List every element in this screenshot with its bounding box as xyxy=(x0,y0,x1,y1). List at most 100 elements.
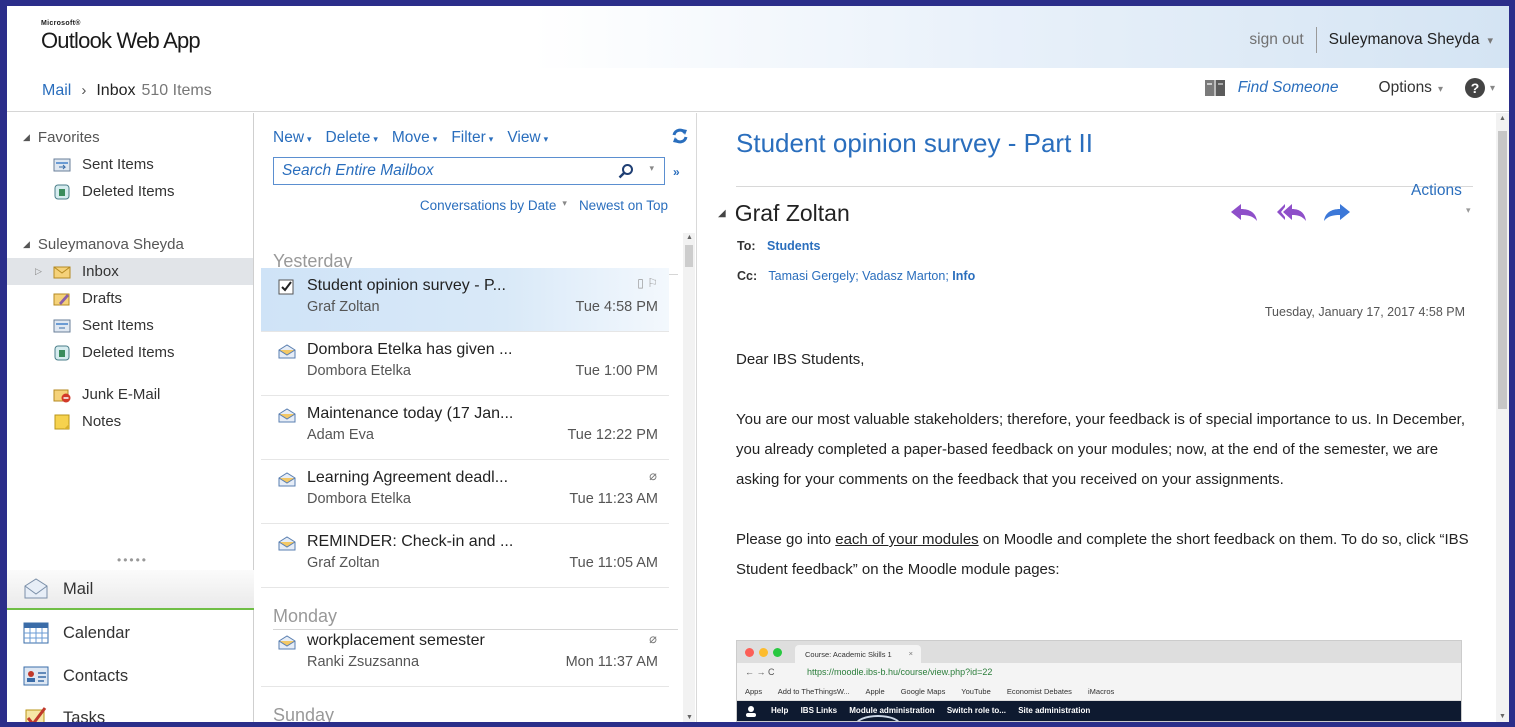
help-icon[interactable]: ? xyxy=(1464,78,1485,98)
deleted-items-icon xyxy=(53,184,71,200)
message-sender: Ranki Zsuzsanna xyxy=(307,654,420,670)
tasks-icon xyxy=(23,706,49,722)
toolbar-label: New xyxy=(273,129,305,146)
admin-link: IBS Links xyxy=(800,706,838,715)
embedded-nav-arrows: ← → C xyxy=(745,667,775,677)
folder-notes[interactable]: Notes xyxy=(7,408,253,435)
options-menu[interactable]: Options ▾ xyxy=(1379,79,1443,97)
actions-menu[interactable]: Actions xyxy=(1411,182,1462,200)
highlight-ring xyxy=(855,715,901,721)
cc-label: Cc: xyxy=(737,269,758,283)
user-name-menu[interactable]: Suleymanova Sheyda xyxy=(1329,31,1480,49)
cc-row: Cc: Tamasi Gergely; Vadasz Marton; Info xyxy=(737,269,975,283)
address-book-icon[interactable] xyxy=(1204,78,1228,98)
module-mail[interactable]: Mail xyxy=(7,570,254,610)
search-input[interactable] xyxy=(274,158,594,184)
drafts-icon xyxy=(53,291,71,307)
owa-logo: Microsoft® Outlook Web App xyxy=(41,20,201,54)
double-chevron-down-icon[interactable]: » xyxy=(673,165,680,179)
move-button[interactable]: Move ▾ xyxy=(392,129,437,147)
chevron-down-icon[interactable]: ▾ xyxy=(1487,34,1493,47)
breadcrumb-mail-link[interactable]: Mail xyxy=(42,82,71,100)
scroll-up-icon[interactable]: ▲ xyxy=(1499,115,1506,122)
sender-name[interactable]: Graf Zoltan xyxy=(735,200,850,227)
bookmark: Apps xyxy=(745,687,763,696)
view-button[interactable]: View ▾ xyxy=(507,129,548,147)
favorite-deleted-items[interactable]: Deleted Items xyxy=(7,178,253,205)
minimize-dot-icon xyxy=(759,648,768,657)
bookmark: Add to TheThingsW... xyxy=(777,687,850,696)
scroll-up-icon[interactable]: ▲ xyxy=(686,234,693,241)
mailbox-label: Suleymanova Sheyda xyxy=(37,235,184,253)
message-row[interactable]: Maintenance today (17 Jan... Adam Eva Tu… xyxy=(261,396,669,460)
embedded-tab-title: Course: Academic Skills 1 xyxy=(805,650,892,659)
sort-order-toggle[interactable]: Newest on Top xyxy=(579,198,668,213)
cc-recipient-info[interactable]: Info xyxy=(952,269,975,283)
body-paragraph: Please go into each of your modules on M… xyxy=(736,525,1476,585)
chevron-down-icon[interactable]: ▾ xyxy=(562,198,567,213)
folder-drafts[interactable]: Drafts xyxy=(7,285,253,312)
chevron-down-icon[interactable]: ▾ xyxy=(1466,205,1471,216)
folder-label: Inbox xyxy=(82,263,119,280)
reading-pane-scrollbar[interactable]: ▲ ▼ xyxy=(1496,113,1509,722)
folder-sent-items[interactable]: Sent Items xyxy=(7,312,253,339)
modules-link[interactable]: each of your modules xyxy=(835,531,978,548)
deleted-items-icon xyxy=(53,345,71,361)
find-someone-link[interactable]: Find Someone xyxy=(1238,79,1339,97)
refresh-icon[interactable] xyxy=(671,127,689,145)
module-calendar[interactable]: Calendar xyxy=(7,613,254,653)
favorite-sent-items[interactable]: Sent Items xyxy=(7,151,253,178)
message-row[interactable]: Student opinion survey - P... ▯ ⚐ Graf Z… xyxy=(261,268,669,332)
message-row[interactable]: Learning Agreement deadl... ⌀ Dombora Et… xyxy=(261,460,669,524)
chevron-down-icon[interactable]: ▾ xyxy=(649,163,654,174)
collapse-triangle-icon[interactable]: ◢ xyxy=(718,208,726,219)
sort-by-dropdown[interactable]: Conversations by Date xyxy=(420,198,557,213)
bookmark: Apple xyxy=(865,687,885,696)
admin-link: Switch role to... xyxy=(946,706,1006,715)
new-button[interactable]: New ▾ xyxy=(273,129,312,147)
message-row[interactable]: Dombora Etelka has given ... Dombora Ete… xyxy=(261,332,669,396)
reply-icon[interactable] xyxy=(1228,201,1260,223)
collapse-triangle-icon[interactable]: ◢ xyxy=(23,132,30,143)
forward-icon[interactable] xyxy=(1321,201,1353,223)
filter-button[interactable]: Filter ▾ xyxy=(451,129,493,147)
message-row[interactable]: workplacement semester ⌀ Ranki Zsuzsanna… xyxy=(261,623,669,687)
message-subject: Dombora Etelka has given ... xyxy=(307,341,513,358)
checkbox-checked-icon[interactable] xyxy=(278,279,296,295)
scroll-down-icon[interactable]: ▼ xyxy=(686,714,693,721)
read-envelope-icon xyxy=(278,536,296,551)
message-sender: Dombora Etelka xyxy=(307,491,411,507)
scrollbar-thumb[interactable] xyxy=(1498,131,1507,409)
chevron-down-icon: ▾ xyxy=(1437,84,1443,95)
recipient-link[interactable]: Students xyxy=(767,239,820,253)
message-list-scrollbar[interactable]: ▲ ▼ xyxy=(683,233,695,722)
message-row[interactable]: REMINDER: Check-in and ... Graf Zoltan T… xyxy=(261,524,669,588)
module-contacts[interactable]: Contacts xyxy=(7,656,254,696)
delete-button[interactable]: Delete ▾ xyxy=(326,129,378,147)
message-list-pane: New▾ Delete▾ Move▾ Filter▾ View▾ ▾ » Con… xyxy=(255,113,697,722)
mailbox-header[interactable]: ◢ Suleymanova Sheyda xyxy=(7,232,253,256)
favorite-label: Sent Items xyxy=(82,156,154,173)
sign-out-link[interactable]: sign out xyxy=(1249,31,1303,49)
search-box: ▾ xyxy=(273,157,665,185)
collapse-triangle-icon[interactable]: ◢ xyxy=(23,239,30,250)
cc-recipients[interactable]: Tamasi Gergely; Vadasz Marton; xyxy=(768,269,948,283)
toolbar-label: View xyxy=(507,129,541,146)
toolbar-label: Delete xyxy=(325,129,371,146)
folder-junk-email[interactable]: Junk E-Mail xyxy=(7,381,253,408)
favorites-header[interactable]: ◢ Favorites xyxy=(7,125,253,149)
reply-all-icon[interactable] xyxy=(1275,201,1307,223)
folder-label: Junk E-Mail xyxy=(82,386,161,403)
expand-triangle-icon[interactable]: ▷ xyxy=(35,266,42,277)
module-tasks[interactable]: Tasks xyxy=(7,698,254,722)
resize-handle[interactable]: ••••• xyxy=(117,553,148,567)
scrollbar-thumb[interactable] xyxy=(685,245,693,267)
flag-icon[interactable]: ▯ ⚐ xyxy=(637,276,658,290)
folder-deleted-items[interactable]: Deleted Items xyxy=(7,339,253,366)
folder-inbox[interactable]: ▷ Inbox xyxy=(7,258,253,285)
scroll-down-icon[interactable]: ▼ xyxy=(1499,713,1506,720)
search-icon[interactable] xyxy=(618,163,634,179)
navigation-pane: ◢ Favorites Sent Items Deleted Items ◢ S… xyxy=(7,113,254,722)
notes-icon xyxy=(53,414,71,430)
chevron-down-icon[interactable]: ▾ xyxy=(1490,83,1495,94)
